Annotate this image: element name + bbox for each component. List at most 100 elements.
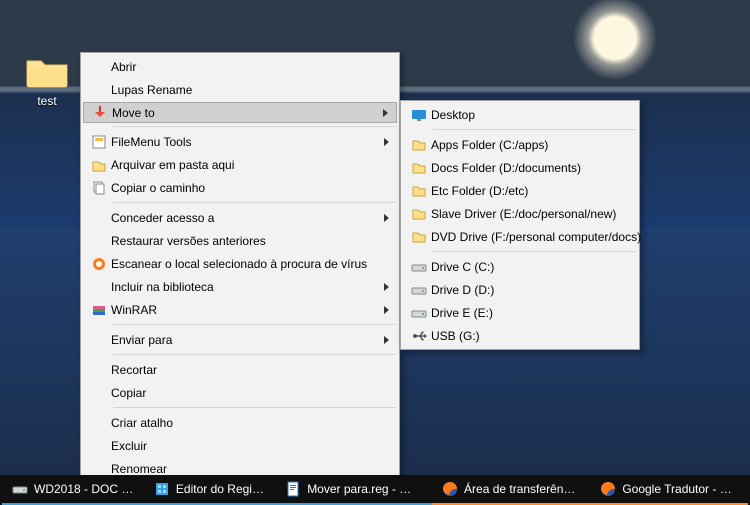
- menu-item-label: Drive D (D:): [431, 283, 609, 297]
- submenu-item-etc-folder[interactable]: Etc Folder (D:/etc): [403, 179, 637, 202]
- drive-icon: [407, 304, 431, 322]
- blank-icon: [87, 58, 111, 76]
- blank-icon: [87, 278, 111, 296]
- blank-icon: [87, 384, 111, 402]
- blank-icon: [87, 81, 111, 99]
- menu-item-label: Lupas Rename: [111, 83, 369, 97]
- desktop-folder-test[interactable]: test: [18, 52, 76, 111]
- menu-item-label: Apps Folder (C:/apps): [431, 138, 609, 152]
- taskbar-button-firefox-clipboard[interactable]: Área de transferência...: [432, 475, 590, 505]
- menu-separator: [113, 202, 396, 203]
- menu-item-label: Slave Driver (E:/doc/personal/new): [431, 207, 616, 221]
- tools-icon: [87, 133, 111, 151]
- desktop-icon: [407, 106, 431, 124]
- menu-item-delete[interactable]: Excluir: [83, 434, 397, 457]
- desktop-folder-label: test: [21, 94, 73, 108]
- menu-item-label: Drive C (C:): [431, 260, 609, 274]
- taskbar: WD2018 - DOC (D:) Editor do Registro Mov…: [0, 475, 750, 505]
- blank-icon: [87, 414, 111, 432]
- menu-item-label: Recortar: [111, 363, 369, 377]
- folder-icon: [407, 182, 431, 200]
- menu-item-copy[interactable]: Copiar: [83, 381, 397, 404]
- taskbar-button-regedit[interactable]: Editor do Registro: [144, 475, 275, 505]
- winrar-icon: [87, 301, 111, 319]
- menu-item-label: USB (G:): [431, 329, 609, 343]
- menu-item-lupas-rename[interactable]: Lupas Rename: [83, 78, 397, 101]
- submenu-item-docs-folder[interactable]: Docs Folder (D:/documents): [403, 156, 637, 179]
- menu-separator: [113, 126, 396, 127]
- menu-item-label: Arquivar em pasta aqui: [111, 158, 369, 172]
- menu-item-label: Escanear o local selecionado à procura d…: [111, 257, 369, 271]
- archive-icon: [87, 156, 111, 174]
- menu-item-label: Copiar o caminho: [111, 181, 369, 195]
- menu-separator: [433, 251, 636, 252]
- menu-item-copy-path[interactable]: Copiar o caminho: [83, 176, 397, 199]
- blank-icon: [87, 331, 111, 349]
- menu-item-winrar[interactable]: WinRAR: [83, 298, 397, 321]
- taskbar-button-label: Editor do Registro: [176, 482, 265, 496]
- blank-icon: [87, 232, 111, 250]
- menu-item-label: Conceder acesso a: [111, 211, 369, 225]
- menu-item-label: Incluir na biblioteca: [111, 280, 369, 294]
- menu-item-label: Enviar para: [111, 333, 369, 347]
- menu-item-move-to[interactable]: Move to: [83, 102, 397, 123]
- menu-item-label: Move to: [112, 106, 368, 120]
- menu-item-label: Criar atalho: [111, 416, 369, 430]
- submenu-item-apps-folder[interactable]: Apps Folder (C:/apps): [403, 133, 637, 156]
- menu-item-label: FileMenu Tools: [111, 135, 369, 149]
- submenu-arrow-icon: [384, 214, 389, 222]
- menu-separator: [113, 354, 396, 355]
- submenu-item-drive-c[interactable]: Drive C (C:): [403, 255, 637, 278]
- menu-item-scan-virus[interactable]: Escanear o local selecionado à procura d…: [83, 252, 397, 275]
- context-menu: Abrir Lupas Rename Move to FileMenu Tool…: [80, 52, 400, 505]
- menu-item-label: WinRAR: [111, 303, 369, 317]
- submenu-item-drive-d[interactable]: Drive D (D:): [403, 278, 637, 301]
- menu-item-label: Docs Folder (D:/documents): [431, 161, 609, 175]
- firefox-icon: [600, 481, 616, 497]
- menu-item-label: Restaurar versões anteriores: [111, 234, 369, 248]
- menu-item-send-to[interactable]: Enviar para: [83, 328, 397, 351]
- taskbar-button-explorer[interactable]: WD2018 - DOC (D:): [2, 475, 144, 505]
- submenu-arrow-icon: [384, 306, 389, 314]
- menu-item-label: DVD Drive (F:/personal computer/docs): [431, 230, 641, 244]
- submenu-item-dvd-drive[interactable]: DVD Drive (F:/personal computer/docs): [403, 225, 637, 248]
- firefox-icon: [442, 481, 458, 497]
- taskbar-button-label: Mover para.reg - Wor...: [307, 482, 422, 496]
- taskbar-button-label: Área de transferência...: [464, 482, 580, 496]
- folder-icon: [25, 55, 69, 89]
- move-to-submenu: Desktop Apps Folder (C:/apps) Docs Folde…: [400, 100, 640, 350]
- menu-item-grant-access[interactable]: Conceder acesso a: [83, 206, 397, 229]
- menu-item-archive-here[interactable]: Arquivar em pasta aqui: [83, 153, 397, 176]
- folder-icon: [407, 205, 431, 223]
- document-icon: [285, 481, 301, 497]
- menu-item-open[interactable]: Abrir: [83, 55, 397, 78]
- submenu-arrow-icon: [384, 283, 389, 291]
- submenu-arrow-icon: [384, 138, 389, 146]
- submenu-item-usb[interactable]: USB (G:): [403, 324, 637, 347]
- blank-icon: [87, 209, 111, 227]
- menu-item-cut[interactable]: Recortar: [83, 358, 397, 381]
- menu-item-filemenu-tools[interactable]: FileMenu Tools: [83, 130, 397, 153]
- menu-item-restore-versions[interactable]: Restaurar versões anteriores: [83, 229, 397, 252]
- menu-item-label: Excluir: [111, 439, 369, 453]
- submenu-item-drive-e[interactable]: Drive E (E:): [403, 301, 637, 324]
- folder-icon: [407, 136, 431, 154]
- submenu-arrow-icon: [384, 336, 389, 344]
- menu-separator: [433, 129, 636, 130]
- submenu-item-desktop[interactable]: Desktop: [403, 103, 637, 126]
- menu-item-label: Copiar: [111, 386, 369, 400]
- menu-separator: [113, 324, 396, 325]
- menu-item-create-shortcut[interactable]: Criar atalho: [83, 411, 397, 434]
- submenu-arrow-icon: [383, 109, 388, 117]
- drive-icon: [407, 258, 431, 276]
- folder-icon: [407, 228, 431, 246]
- menu-item-include-library[interactable]: Incluir na biblioteca: [83, 275, 397, 298]
- menu-item-label: Desktop: [431, 108, 609, 122]
- blank-icon: [87, 437, 111, 455]
- move-to-icon: [88, 104, 112, 122]
- taskbar-button-wordpad[interactable]: Mover para.reg - Wor...: [275, 475, 432, 505]
- menu-separator: [113, 407, 396, 408]
- submenu-item-slave-driver[interactable]: Slave Driver (E:/doc/personal/new): [403, 202, 637, 225]
- menu-item-label: Renomear: [111, 462, 369, 476]
- taskbar-button-firefox-translate[interactable]: Google Tradutor - Mo...: [590, 475, 748, 505]
